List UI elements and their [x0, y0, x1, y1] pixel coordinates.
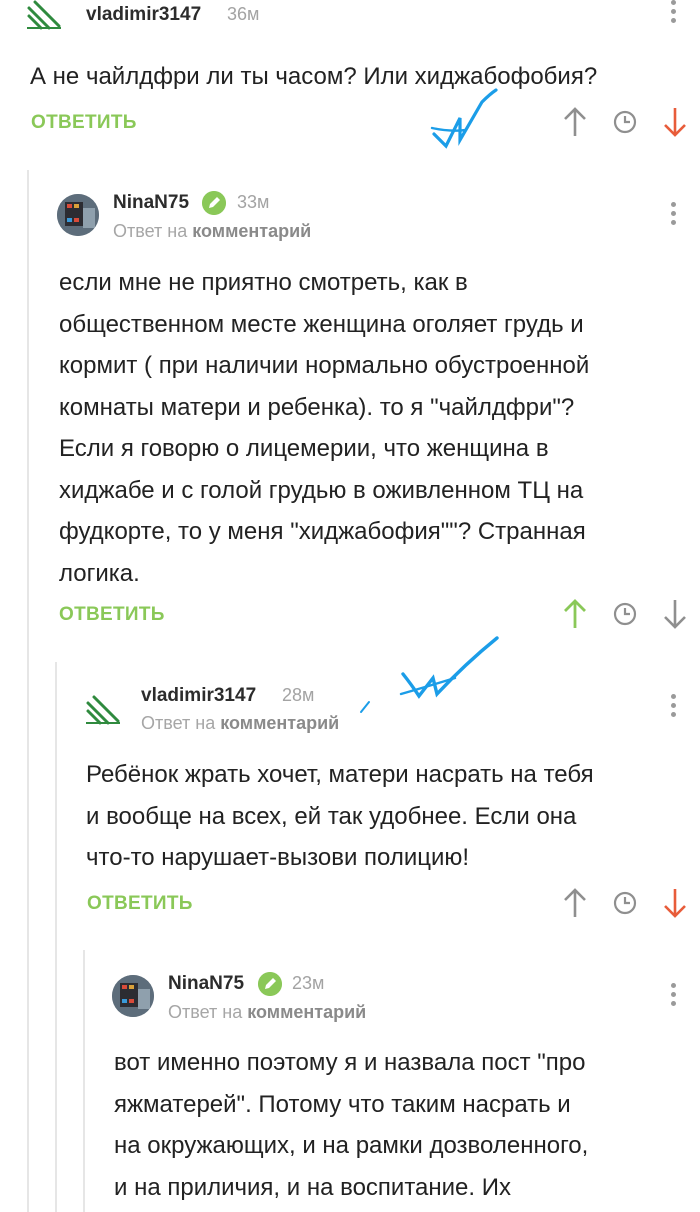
author-name[interactable]: vladimir3147	[141, 685, 256, 707]
more-menu-icon[interactable]	[669, 983, 677, 1013]
comment-text: Ребёнок жрать хочет, матери насрать на т…	[86, 761, 594, 871]
thread-line	[27, 170, 29, 1212]
upvote-arrow-icon[interactable]	[562, 598, 588, 630]
downvote-arrow-icon[interactable]	[662, 106, 688, 138]
reply-to-link[interactable]: Ответ на комментарий	[168, 1002, 366, 1023]
pencil-badge-icon	[202, 191, 226, 215]
reply-button[interactable]: ОТВЕТИТЬ	[59, 604, 165, 626]
pencil-badge-icon	[258, 972, 282, 996]
thread-line	[55, 662, 57, 1212]
comment-time: 33м	[237, 192, 270, 212]
clock-icon[interactable]	[613, 891, 637, 915]
more-menu-icon[interactable]	[669, 0, 677, 30]
more-menu-icon[interactable]	[669, 202, 677, 232]
comment-time: 28м	[282, 685, 315, 705]
upvote-arrow-icon[interactable]	[562, 106, 588, 138]
comment-time: 23м	[292, 973, 325, 993]
comment-text: если мне не приятно смотреть, как в обще…	[59, 269, 590, 587]
comment-text: А не чайлдфри ли ты часом? Или хиджабофо…	[30, 63, 598, 90]
comment-time: 36м	[227, 4, 260, 24]
thread-line	[83, 950, 85, 1212]
author-name[interactable]: NinaN75	[168, 973, 244, 995]
clock-icon[interactable]	[613, 110, 637, 134]
scribble-mark	[430, 88, 498, 149]
reply-to-link[interactable]: Ответ на комментарий	[141, 713, 339, 734]
clock-icon[interactable]	[613, 602, 637, 626]
downvote-arrow-icon[interactable]	[662, 887, 688, 919]
upvote-arrow-icon[interactable]	[562, 887, 588, 919]
reply-button[interactable]: ОТВЕТИТЬ	[87, 893, 193, 915]
author-name[interactable]: vladimir3147	[86, 4, 201, 26]
avatar[interactable]	[112, 975, 154, 1017]
comment-text: вот именно поэтому я и назвала пост "про…	[114, 1049, 589, 1201]
more-menu-icon[interactable]	[669, 694, 677, 724]
avatar[interactable]	[57, 194, 99, 236]
reply-to-link[interactable]: Ответ на комментарий	[113, 221, 311, 242]
scribble-mark	[360, 636, 499, 713]
stripes-logo-icon[interactable]	[84, 689, 124, 729]
stripes-logo-icon[interactable]	[25, 0, 65, 34]
reply-button[interactable]: ОТВЕТИТЬ	[31, 112, 137, 134]
author-name[interactable]: NinaN75	[113, 192, 189, 214]
downvote-arrow-icon[interactable]	[662, 598, 688, 630]
